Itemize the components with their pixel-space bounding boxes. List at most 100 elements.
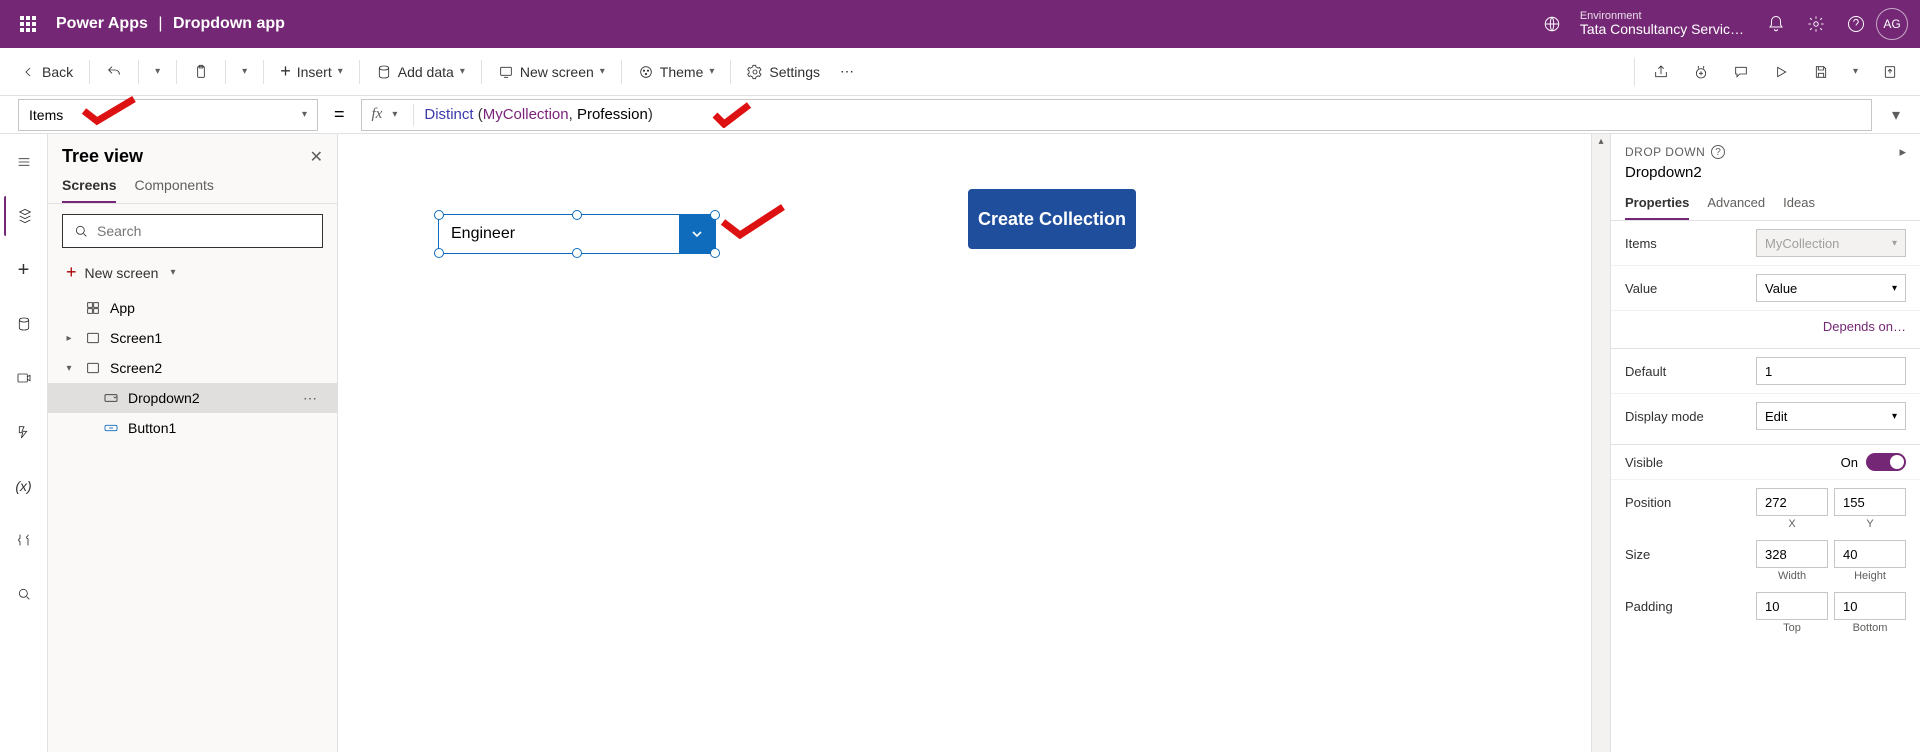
screen-icon [84,359,102,377]
rail-tree-view-icon[interactable] [4,196,44,236]
back-button[interactable]: Back [12,58,81,86]
tree-new-screen-label: New screen [85,265,159,281]
tab-components[interactable]: Components [134,177,213,203]
save-icon[interactable] [1803,58,1839,86]
add-data-label: Add data [398,64,454,80]
rail-insert-icon[interactable]: + [4,250,44,290]
width-label: Width [1756,570,1828,582]
prop-pos-y-input[interactable] [1834,488,1906,516]
tree-new-screen-button[interactable]: + New screen ▾ [48,258,337,293]
theme-button[interactable]: Theme ▾ [630,58,723,86]
formula-expand-icon[interactable]: ▾ [1882,105,1910,125]
app-checker-icon[interactable] [1683,58,1719,86]
tree-item-screen1[interactable]: ▸ Screen1 [48,323,337,353]
save-dropdown[interactable]: ▾ [1843,60,1868,83]
depends-on-link[interactable]: Depends on… [1823,319,1906,334]
user-avatar[interactable]: AG [1876,8,1908,40]
canvas-dropdown-control[interactable]: Engineer [438,214,716,254]
tree-close-icon[interactable]: ✕ [310,147,323,167]
tree-item-screen2[interactable]: ▾ Screen2 [48,353,337,383]
formula-bar[interactable]: fx ▾ Distinct (MyCollection, Profession) [361,99,1872,131]
prop-items-select[interactable]: MyCollection▾ [1756,229,1906,257]
comments-icon[interactable] [1723,58,1759,86]
rail-data-icon[interactable] [4,304,44,344]
prop-position-label: Position [1625,495,1671,510]
control-name: Dropdown2 [1611,164,1920,189]
paste-button[interactable] [185,58,217,86]
tab-properties[interactable]: Properties [1625,189,1689,220]
environment-picker[interactable]: Environment Tata Consultancy Servic… [1532,4,1744,44]
app-icon [84,299,102,317]
canvas[interactable]: Engineer Create Collection [338,134,1592,752]
prop-display-mode-select[interactable]: Edit▾ [1756,402,1906,430]
property-selector[interactable]: Items ▾ [18,99,318,131]
expand-icon[interactable]: ▸ [62,333,76,344]
control-type-label: DROP DOWN [1625,145,1705,159]
fx-dropdown-icon[interactable]: ▾ [392,109,397,120]
tree-item-more-icon[interactable]: ⋯ [303,390,323,407]
tree-search-input[interactable] [97,223,312,239]
info-icon[interactable]: ? [1711,145,1725,159]
prop-visible-toggle[interactable] [1866,453,1906,471]
paste-dropdown[interactable]: ▾ [234,60,255,83]
collapse-icon[interactable]: ▾ [62,363,76,374]
prop-default-label: Default [1625,364,1666,379]
tree-view-panel: Tree view ✕ Screens Components + New scr… [48,134,338,752]
screen-icon [84,329,102,347]
prop-value-select[interactable]: Value▾ [1756,274,1906,302]
share-icon[interactable] [1643,58,1679,86]
panel-expand-icon[interactable]: ▸ [1899,144,1906,160]
add-data-button[interactable]: Add data ▾ [368,58,473,86]
rail-media-icon[interactable] [4,358,44,398]
canvas-dropdown-chevron[interactable] [679,215,715,253]
rail-hamburger-icon[interactable] [4,142,44,182]
rail-variables-icon[interactable]: (x) [4,466,44,506]
notifications-icon[interactable] [1756,4,1796,44]
help-icon[interactable] [1836,4,1876,44]
prop-pad-bottom-input[interactable] [1834,592,1906,620]
tree-item-button1[interactable]: Button1 [48,413,337,443]
prop-pad-top-input[interactable] [1756,592,1828,620]
canvas-area: Engineer Create Collection ▴ [338,134,1610,752]
prop-height-input[interactable] [1834,540,1906,568]
prop-pos-x-input[interactable] [1756,488,1828,516]
insert-button[interactable]: + Insert ▾ [272,55,351,88]
tree-item-label: Button1 [128,420,176,436]
environment-icon [1532,4,1572,44]
preview-icon[interactable] [1763,58,1799,86]
publish-icon[interactable] [1872,58,1908,86]
rail-power-automate-icon[interactable] [4,412,44,452]
rail-tools-icon[interactable] [4,520,44,560]
settings-gear-icon[interactable] [1796,4,1836,44]
prop-default-input[interactable] [1756,357,1906,385]
undo-dropdown[interactable]: ▾ [147,60,168,83]
prop-width-input[interactable] [1756,540,1828,568]
app-header: Power Apps | Dropdown app Environment Ta… [0,0,1920,48]
tree-item-app[interactable]: App [48,293,337,323]
canvas-scrollbar[interactable]: ▴ [1592,134,1610,752]
prop-visible-label: Visible [1625,455,1663,470]
property-selector-value: Items [29,107,63,123]
settings-button[interactable]: Settings [739,58,828,86]
canvas-dropdown-value: Engineer [439,225,679,243]
app-launcher-icon[interactable] [12,8,44,40]
command-bar: Back ▾ ▾ + Insert ▾ Add data ▾ New scree… [0,48,1920,96]
tab-screens[interactable]: Screens [62,177,116,203]
new-screen-button[interactable]: New screen ▾ [490,58,613,86]
undo-button[interactable] [98,58,130,86]
rail-search-icon[interactable] [4,574,44,614]
tab-ideas[interactable]: Ideas [1783,189,1815,220]
tree-item-label: App [110,300,135,316]
left-rail: + (x) [0,134,48,752]
search-icon [73,223,89,239]
settings-label: Settings [769,64,820,80]
product-name: Power Apps [56,15,148,32]
tree-item-dropdown2[interactable]: Dropdown2 ⋯ [48,383,337,413]
tab-advanced[interactable]: Advanced [1707,189,1765,220]
x-label: X [1756,518,1828,530]
tree-search-box[interactable] [62,214,323,248]
canvas-create-collection-button[interactable]: Create Collection [968,189,1136,249]
formula-text[interactable]: Distinct (MyCollection, Profession) [424,106,652,123]
scroll-up-icon[interactable]: ▴ [1592,134,1610,149]
more-commands-button[interactable]: ⋯ [832,57,864,86]
